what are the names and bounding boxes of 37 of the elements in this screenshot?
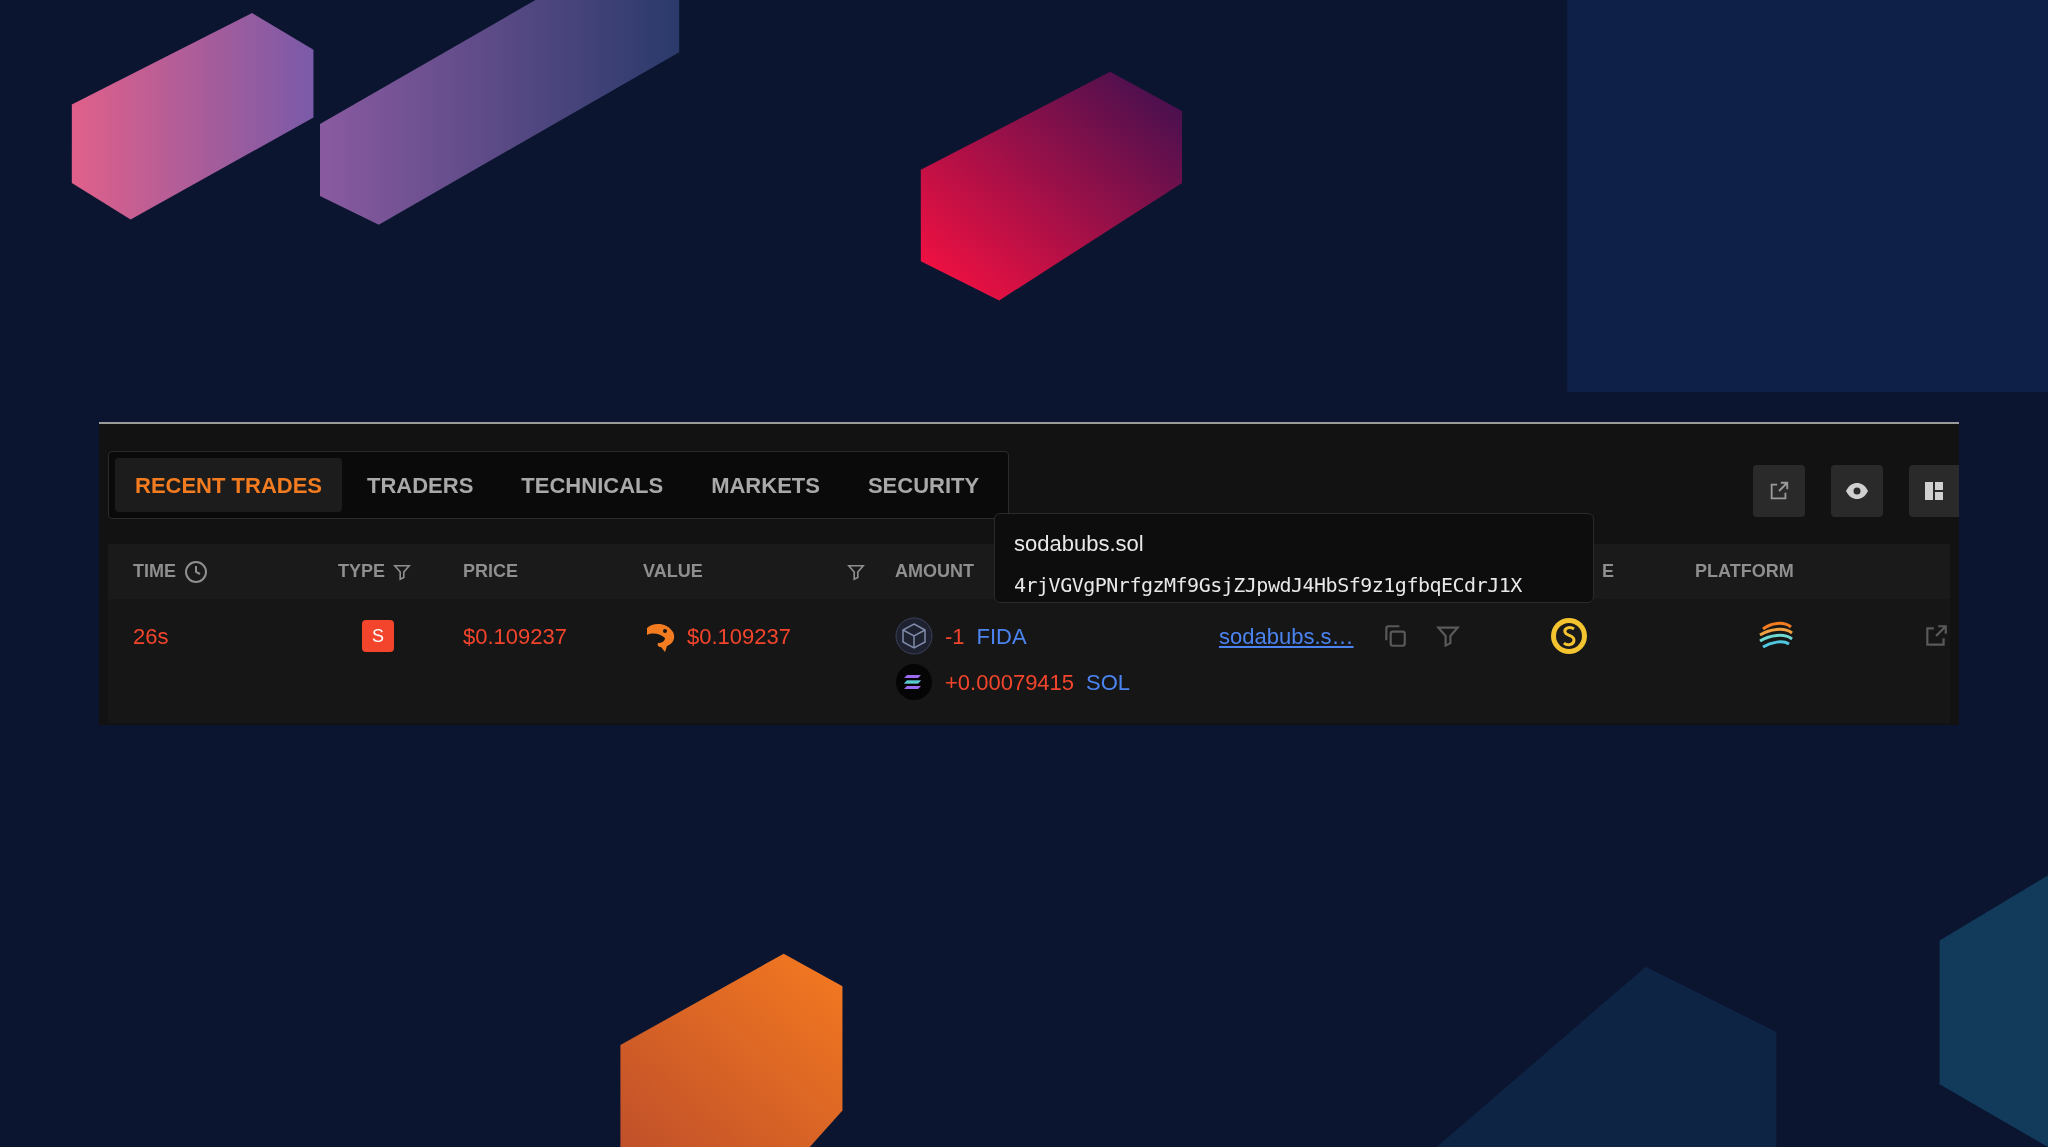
column-header: E [1602,560,1614,583]
eye-button[interactable] [1831,465,1883,517]
amount: +0.00079415 [945,668,1075,697]
column-header: AMOUNT [895,560,974,583]
wallet-address: 4rjVGVgPNrfgzMf9GsjZJpwdJ4HbSf9z1gfbqECdrJ1X [1014,572,1523,599]
value: $0.109237 [687,622,791,651]
maker-link[interactable]: sodabubs.s… [1219,619,1354,653]
tab[interactable]: RECENT TRADES [115,458,342,512]
clock-icon [184,559,208,584]
tab[interactable]: SECURITY [844,458,1003,512]
external-link-icon[interactable] [1923,623,1949,649]
token-symbol: SOL [1086,668,1131,697]
column-header: PLATFORM [1695,560,1794,583]
filter-icon[interactable] [1435,624,1460,648]
layout-button[interactable] [1909,465,1959,517]
coin-token-icon [895,663,933,701]
eye-icon [1845,482,1869,500]
column-header: TYPE [338,560,385,583]
token-symbol: FIDA [976,622,1027,651]
layout-icon [1924,481,1944,501]
sell-badge: S [362,620,394,652]
tooltip-title: sodabubs.sol [1014,530,1145,558]
filter-icon [393,562,411,581]
column-header: PRICE [463,560,518,583]
external-link-button[interactable] [1753,465,1805,517]
tab[interactable]: MARKETS [688,458,843,512]
column-header: VALUE [643,560,703,583]
column-header: TIME [133,560,176,583]
amount: -1 [945,622,965,651]
cube-token-icon [895,617,933,655]
price: $0.109237 [463,622,567,651]
tab[interactable]: TECHNICALS [498,458,687,512]
coin-s-icon [1550,617,1588,655]
tab[interactable]: TRADERS [344,458,497,512]
time: 26s [133,622,169,651]
external-link-icon [1768,480,1790,502]
filter-icon [847,562,865,581]
